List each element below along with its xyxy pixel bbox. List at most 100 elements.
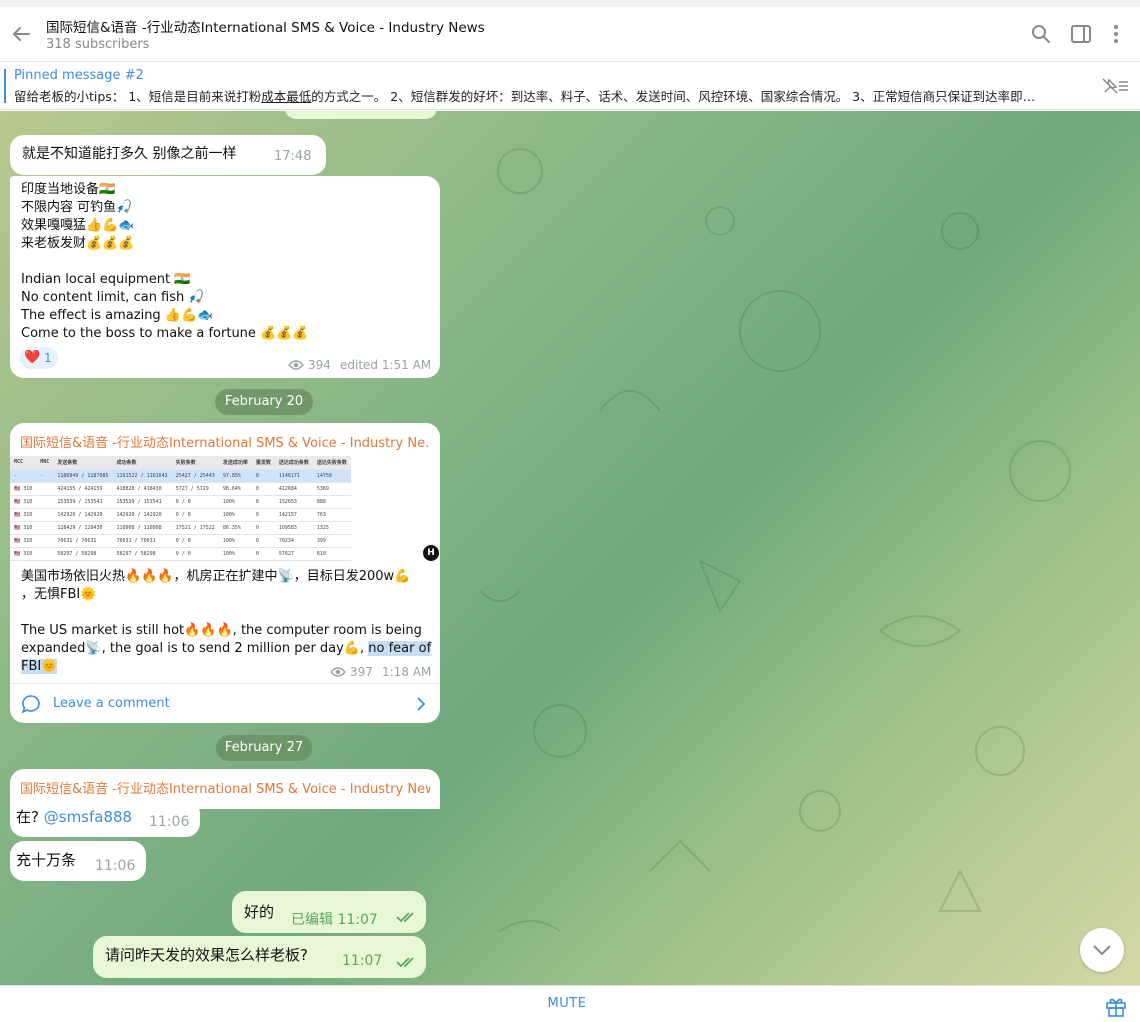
pinned-text: 留给老板的小tips： 1、短信是目前来说打粉成本最低的方式之一。 2、短信群发… (14, 89, 1036, 104)
selected-text: no fear of (368, 641, 432, 656)
post-line: 印度当地设备🇮🇳 (21, 182, 116, 197)
table-cell: 412684 (274, 482, 313, 496)
channel-name[interactable]: 国际短信&语音 -行业动态International SMS & Voice -… (20, 778, 430, 797)
channel-post[interactable]: 印度当地设备🇮🇳 不限内容 可钓鱼🎣 效果嘎嘎猛👍💪🐟 来老板发财💰💰💰 Ind… (10, 176, 440, 378)
date-separator: February 20 (215, 389, 313, 415)
divider (10, 683, 440, 684)
stats-table: MCC MNC 发送条数 成功条数 失败条数 发送成功率 重发数 送达成功条数 … (10, 456, 351, 561)
table-image[interactable]: MCC MNC 发送条数 成功条数 失败条数 发送成功率 重发数 送达成功条数 … (10, 456, 440, 562)
pinned-label: Pinned message #2 (14, 68, 144, 83)
table-cell: 100% (218, 508, 252, 522)
table-cell: 0 (251, 547, 275, 561)
table-cell: 5727 / 5729 (171, 482, 219, 496)
post-line: ，无惧FBI🌞 (21, 587, 97, 602)
table-row: 🇺🇸 310 128429 / 128430 110908 / 110908 1752… (10, 521, 351, 535)
more-vert-icon[interactable] (1105, 23, 1127, 45)
post-line: 来老板发财💰💰💰 (21, 236, 135, 251)
table-cell: 142920 / 142920 (53, 508, 113, 522)
post-line: Come to the boss to make a fortune 💰💰💰 (21, 326, 309, 341)
unpin-icon[interactable] (1100, 76, 1130, 96)
table-cell: 153539 / 153541 (112, 495, 172, 509)
table-cell (36, 547, 54, 561)
channel-name[interactable]: 国际短信&语音 -行业动态International SMS & Voice -… (20, 432, 430, 451)
gift-icon[interactable] (1104, 994, 1128, 1018)
table-header-cell: MNC (36, 456, 54, 470)
table-cell: 109583 (274, 521, 313, 535)
table-cell: 1161522 / 1161642 (112, 469, 172, 483)
table-cell: 🇺🇸 310 (10, 495, 37, 509)
table-cell: 142157 (274, 508, 313, 522)
own-message-bubble[interactable]: 好的 已编辑 11:07 (232, 891, 426, 933)
table-cell: 70631 / 70631 (53, 534, 113, 548)
pinned-indicator (4, 69, 6, 103)
channel-title[interactable]: 国际短信&语音 -行业动态International SMS & Voice -… (46, 16, 485, 36)
watermark-badge-icon: H (423, 545, 439, 561)
message-time: 11:07 (342, 953, 383, 969)
table-header-cell: MCC (10, 456, 37, 470)
message-bubble[interactable]: 在? @smsfa888 11:06 (10, 800, 200, 837)
scroll-down-button[interactable] (1080, 928, 1124, 972)
chat-area[interactable]: 就是不知道能打多久 别像之前一样 17:48 印度当地设备🇮🇳 不限内容 可钓鱼… (0, 111, 1140, 985)
table-cell: 763 (312, 508, 351, 522)
post-line: No content limit, can fish 🎣 (21, 290, 205, 305)
table-cell: 0 / 0 (171, 508, 219, 522)
edited-time: 已编辑 11:07 (291, 912, 378, 928)
table-cell: 🇺🇸 310 (10, 482, 37, 496)
table-cell (36, 521, 54, 535)
window-top-strip (0, 0, 1140, 7)
table-cell: 17521 / 17522 (171, 521, 219, 535)
sidebar-toggle-icon[interactable] (1070, 23, 1092, 45)
mention-link[interactable]: @smsfa888 (44, 808, 132, 826)
back-arrow-icon[interactable] (10, 23, 32, 45)
table-cell (36, 482, 54, 496)
table-cell: 418828 / 418430 (112, 482, 172, 496)
table-cell: 399 (312, 534, 351, 548)
table-header-row: MCC MNC 发送条数 成功条数 失败条数 发送成功率 重发数 送达成功条数 … (10, 456, 351, 470)
post-line: 不限内容 可钓鱼🎣 (21, 200, 133, 215)
table-cell: 14750 (312, 469, 351, 483)
mute-button[interactable]: MUTE (530, 996, 604, 1011)
selected-text: FBI🌞 (21, 659, 58, 674)
table-cell: 58297 / 58298 (53, 547, 113, 561)
table-cell: 610 (312, 547, 351, 561)
pinned-message-bar[interactable]: Pinned message #2 留给老板的小tips： 1、短信是目前来说打… (0, 62, 1140, 110)
message-text: 就是不知道能打多久 别像之前一样 (22, 146, 237, 162)
table-cell (36, 534, 54, 548)
message-bubble[interactable]: 就是不知道能打多久 别像之前一样 17:48 (10, 135, 326, 175)
table-cell: 0 (251, 482, 275, 496)
message-time: 17:48 (274, 149, 312, 164)
view-count: 394 (308, 358, 331, 372)
table-cell: 🇺🇸 310 (10, 534, 37, 548)
leave-comment-link[interactable]: Leave a comment (53, 696, 170, 711)
own-message-bubble[interactable]: 请问昨天发的效果怎么样老板? 11:07 (93, 936, 426, 978)
table-cell (36, 495, 54, 509)
table-cell: 0 (251, 508, 275, 522)
view-count: 397 (350, 665, 373, 679)
table-cell: 424155 / 424159 (53, 482, 113, 496)
table-row: 🇺🇸 310 70631 / 70631 70631 / 70631 0 / 0 100… (10, 534, 351, 548)
message-text: 在? @smsfa888 (16, 808, 132, 826)
table-cell: 153539 / 153541 (53, 495, 113, 509)
post-line: FBI🌞 (21, 658, 58, 676)
partial-message-bubble (285, 111, 437, 119)
table-cell: 🇺🇸 310 (10, 521, 37, 535)
message-time: 11:06 (95, 858, 136, 874)
post-line: expanded📡, the goal is to send 2 million… (21, 640, 432, 658)
table-cell: 25427 / 25443 (171, 469, 219, 483)
table-cell: 0 / 0 (171, 534, 219, 548)
message-bubble[interactable]: 充十万条 11:06 (10, 841, 146, 881)
chevron-right-icon[interactable] (414, 696, 428, 712)
reaction-chip[interactable]: ❤️ 1 (20, 347, 58, 369)
table-cell: 100% (218, 495, 252, 509)
table-cell: - (36, 469, 54, 483)
post-line: Indian local equipment 🇮🇳 (21, 272, 191, 287)
table-header-cell: 成功条数 (112, 456, 172, 470)
search-icon[interactable] (1030, 23, 1052, 45)
table-cell: 57627 (274, 547, 313, 561)
edited-time: edited 1:51 AM (340, 358, 432, 372)
table-header-cell: 送达失败条数 (312, 456, 351, 470)
bottom-bar: MUTE (0, 985, 1140, 1022)
date-separator: February 27 (216, 735, 312, 761)
reaction-count: 1 (44, 351, 52, 365)
table-row: 🇺🇸 310 153539 / 153541 153539 / 153541 0 / … (10, 495, 351, 509)
